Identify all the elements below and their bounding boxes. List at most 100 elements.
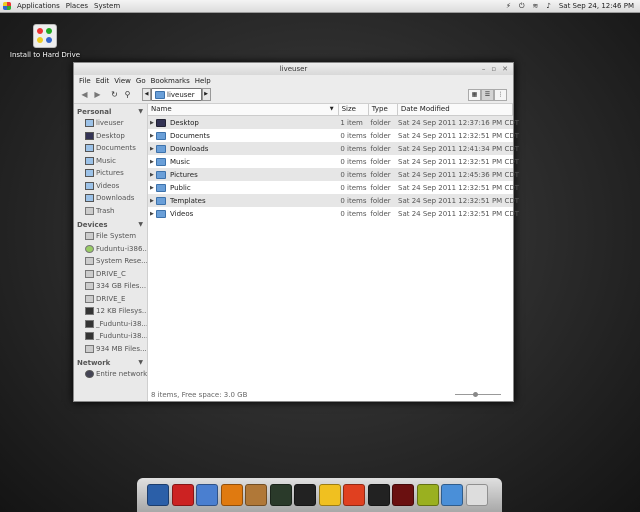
breadcrumb-right-icon[interactable]: ▶ xyxy=(201,88,211,101)
forward-icon[interactable]: ▶ xyxy=(91,90,104,99)
sidebar-item-fuduntu-cd[interactable]: Fuduntu-i386... xyxy=(74,243,147,256)
table-row[interactable]: ▶ Music 0 items folder Sat 24 Sep 2011 12:32… xyxy=(148,155,519,168)
sidebar-item-label: Music xyxy=(96,156,116,165)
menu-file[interactable]: File xyxy=(79,77,91,85)
distro-logo-icon[interactable] xyxy=(3,2,11,10)
drive-icon xyxy=(85,319,94,328)
menu-applications[interactable]: Applications xyxy=(17,2,60,10)
search-icon[interactable]: ⚲ xyxy=(121,90,134,99)
collapse-icon[interactable]: ▼ xyxy=(138,359,143,366)
collapse-icon[interactable]: ▼ xyxy=(138,221,143,228)
sidebar-item-system-reserved[interactable]: System Rese... xyxy=(74,255,147,268)
file-list: Name ▼ Size Type Date Modified ▶ Desktop 1 … xyxy=(148,104,519,401)
sidebar-item-downloads[interactable]: Downloads xyxy=(74,192,147,205)
sidebar-item-videos[interactable]: Videos xyxy=(74,180,147,193)
home-folder-icon xyxy=(155,90,165,99)
package-installer-icon[interactable] xyxy=(245,484,267,506)
downloader-icon[interactable] xyxy=(220,484,243,506)
compact-view-icon[interactable]: ⋮ xyxy=(494,88,507,101)
close-icon[interactable]: ✕ xyxy=(502,63,508,75)
section-title: Personal xyxy=(77,107,112,116)
column-type[interactable]: Type xyxy=(369,104,398,115)
sidebar-item-pictures[interactable]: Pictures xyxy=(74,167,147,180)
file-manager-icon[interactable] xyxy=(441,484,463,506)
section-header-devices[interactable]: Devices ▼ xyxy=(74,219,147,230)
network-icon[interactable]: ⚡ xyxy=(506,2,511,10)
drive-icon xyxy=(85,332,94,341)
zoom-slider[interactable] xyxy=(455,392,501,397)
menu-edit[interactable]: Edit xyxy=(96,77,110,85)
menu-bookmarks[interactable]: Bookmarks xyxy=(151,77,190,85)
menu-help[interactable]: Help xyxy=(195,77,211,85)
power-icon[interactable]: ⏻ xyxy=(519,2,525,11)
table-row[interactable]: ▶ Desktop 1 item folder Sat 24 Sep 2011 12:3… xyxy=(148,116,519,129)
sidebar-item-entire-network[interactable]: Entire network xyxy=(74,368,147,381)
file-type: folder xyxy=(370,157,391,166)
sidebar-item-drive-e[interactable]: DRIVE_E xyxy=(74,293,147,306)
table-row[interactable]: ▶ Public 0 items folder Sat 24 Sep 2011 12:3… xyxy=(148,181,519,194)
sidebar-item-334gb[interactable]: 334 GB Files... xyxy=(74,280,147,293)
file-date: Sat 24 Sep 2011 12:45:36 PM CDT xyxy=(398,170,519,179)
table-row[interactable]: ▶ Downloads 0 items folder Sat 24 Sep 2011 1… xyxy=(148,142,519,155)
sidebar-item-12kb[interactable]: 12 KB Filesys... xyxy=(74,305,147,318)
photo-manager-icon[interactable] xyxy=(269,484,292,506)
sidebar-item-fuduntu-b[interactable]: _Fuduntu-i38... xyxy=(74,330,147,343)
wifi-icon[interactable]: ≋ xyxy=(533,2,539,10)
dock xyxy=(137,478,502,512)
sidebar-item-fuduntu-a[interactable]: _Fuduntu-i38... xyxy=(74,318,147,331)
breadcrumb-current[interactable]: liveuser xyxy=(151,88,202,101)
sidebar-item-label: DRIVE_E xyxy=(96,294,126,303)
column-size[interactable]: Size xyxy=(339,104,369,115)
list-view-icon[interactable]: ☰ xyxy=(481,88,494,101)
task-manager-icon[interactable] xyxy=(392,484,414,506)
desktop-icon xyxy=(85,131,94,140)
column-name[interactable]: Name ▼ xyxy=(148,104,339,115)
menu-system[interactable]: System xyxy=(94,2,120,10)
table-row[interactable]: ▶ Pictures 0 items folder Sat 24 Sep 2011 12… xyxy=(148,168,519,181)
sidebar-item-documents[interactable]: Documents xyxy=(74,142,147,155)
section-header-personal[interactable]: Personal ▼ xyxy=(74,106,147,117)
notes-icon[interactable] xyxy=(318,484,341,506)
trash-icon[interactable] xyxy=(465,484,488,506)
search-app-icon[interactable] xyxy=(147,484,169,506)
sidebar-item-label: liveuser xyxy=(96,119,124,128)
icon-view-icon[interactable]: ▦ xyxy=(468,88,481,101)
file-date: Sat 24 Sep 2011 12:37:16 PM CDT xyxy=(398,118,519,127)
sidebar-item-liveuser[interactable]: liveuser xyxy=(74,117,147,130)
web-browser-icon[interactable] xyxy=(416,484,439,506)
pictures-folder-icon xyxy=(156,170,166,179)
minimize-icon[interactable]: – xyxy=(482,63,486,75)
sidebar-item-filesystem[interactable]: File System xyxy=(74,230,147,243)
gmail-icon[interactable] xyxy=(171,484,194,506)
sidebar-item-music[interactable]: Music xyxy=(74,155,147,168)
table-row[interactable]: ▶ Documents 0 items folder Sat 24 Sep 2011 1… xyxy=(148,129,519,142)
desktop-icon-install[interactable]: Install to Hard Drive xyxy=(8,24,82,59)
table-row[interactable]: ▶ Templates 0 items folder Sat 24 Sep 2011 1… xyxy=(148,194,519,207)
clock[interactable]: Sat Sep 24, 12:46 PM xyxy=(559,2,634,10)
breadcrumb-left-icon[interactable]: ◀ xyxy=(142,88,151,101)
maximize-icon[interactable]: ▫ xyxy=(491,63,496,75)
menu-go[interactable]: Go xyxy=(136,77,146,85)
volume-icon[interactable]: ♪ xyxy=(546,2,550,10)
sidebar-item-trash[interactable]: Trash xyxy=(74,205,147,218)
column-date[interactable]: Date Modified xyxy=(398,104,513,115)
table-row[interactable]: ▶ Videos 0 items folder Sat 24 Sep 2011 12:3… xyxy=(148,207,519,220)
sidebar-item-drive-c[interactable]: DRIVE_C xyxy=(74,268,147,281)
terminal-icon[interactable] xyxy=(367,484,390,506)
media-player-icon[interactable] xyxy=(343,484,365,506)
back-icon[interactable]: ◀ xyxy=(78,90,91,99)
status-bar: 8 items, Free space: 3.0 GB xyxy=(148,389,513,401)
window-titlebar[interactable]: liveuser – ▫ ✕ xyxy=(74,63,513,75)
menu-places[interactable]: Places xyxy=(66,2,88,10)
section-header-network[interactable]: Network ▼ xyxy=(74,357,147,368)
drive-icon xyxy=(85,232,94,241)
webcam-icon[interactable] xyxy=(294,484,316,506)
instant-messenger-icon[interactable] xyxy=(196,484,218,506)
collapse-icon[interactable]: ▼ xyxy=(138,108,143,115)
sidebar-item-label: _Fuduntu-i38... xyxy=(96,332,147,341)
sidebar-item-desktop[interactable]: Desktop xyxy=(74,130,147,143)
sidebar-item-934mb[interactable]: 934 MB Files... xyxy=(74,343,147,356)
reload-icon[interactable]: ↻ xyxy=(108,90,121,99)
menu-view[interactable]: View xyxy=(114,77,131,85)
zoom-slider-handle[interactable] xyxy=(473,392,478,397)
